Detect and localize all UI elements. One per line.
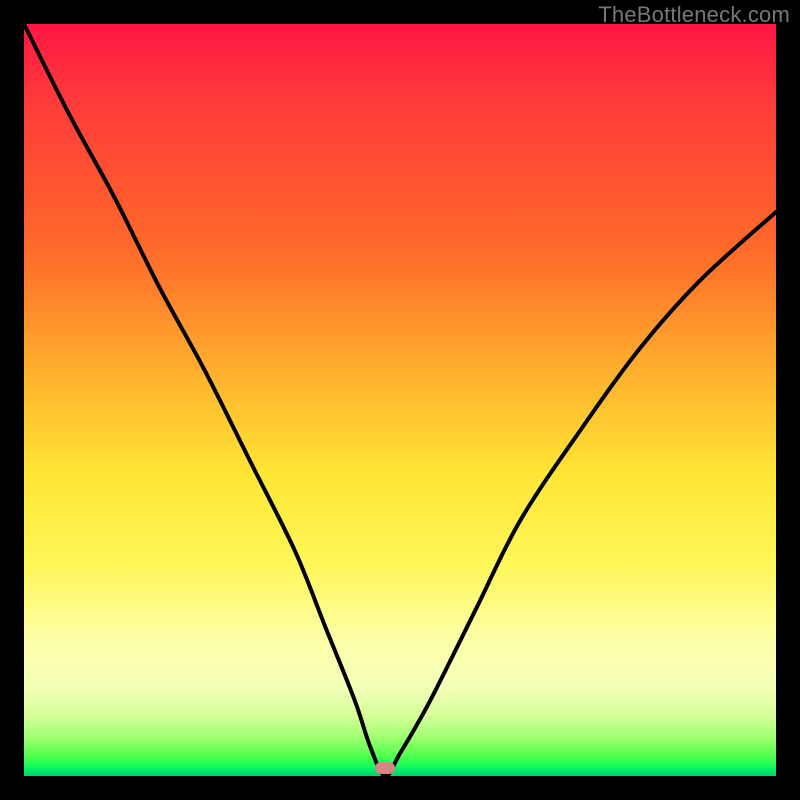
curve-path [24,24,776,776]
watermark-text: TheBottleneck.com [598,2,790,28]
optimum-marker [375,762,395,774]
chart-frame: TheBottleneck.com [0,0,800,800]
bottleneck-curve [24,24,776,776]
plot-area [24,24,776,776]
